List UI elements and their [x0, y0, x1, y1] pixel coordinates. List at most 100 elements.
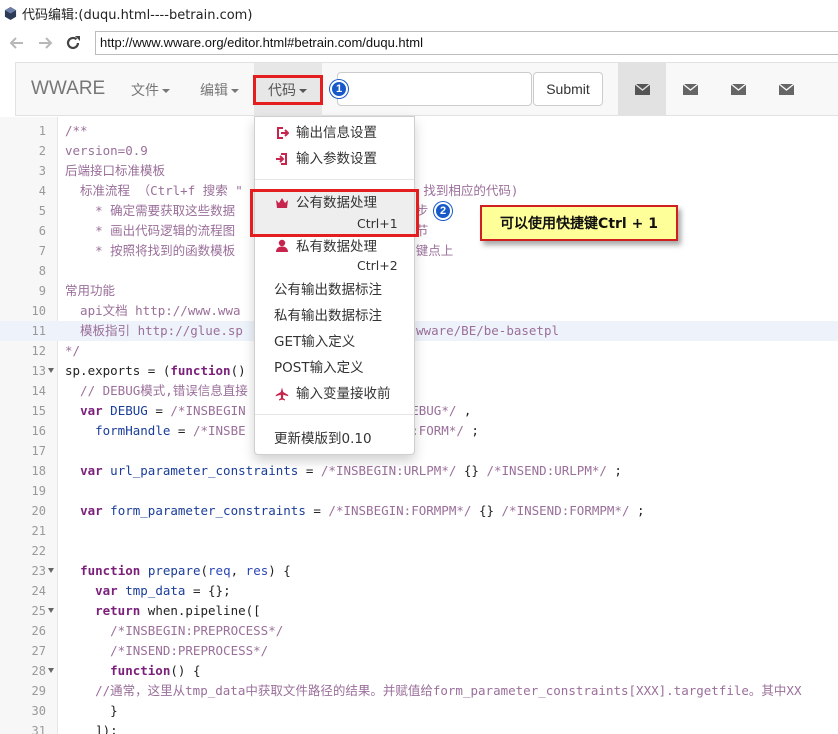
code-token: = [305, 503, 329, 518]
code-line[interactable]: 20 var form_parameter_constraints = /*IN… [0, 501, 838, 521]
code-token: /*INSEND:URLPM*/ [486, 463, 607, 478]
code-line[interactable]: 29 //通常，这里从tmp_data中获取文件路径的结果。并赋值给form_p… [0, 681, 838, 701]
envelope-icon [634, 84, 650, 95]
submit-button[interactable]: Submit [533, 72, 603, 106]
code-text: function() { [65, 661, 200, 681]
browser-toolbar: http://www.wware.org/editor.html#betrain… [0, 26, 838, 60]
window-title-bar: 代码编辑:(duqu.html----betrain.com) [0, 0, 838, 26]
code-text: } [65, 701, 118, 721]
mail-button-4[interactable] [762, 63, 810, 116]
code-line[interactable]: 24 var tmp_data = {}; [0, 581, 838, 601]
user-icon [276, 239, 288, 252]
forward-button[interactable] [31, 29, 59, 57]
code-line[interactable]: 21 [0, 521, 838, 541]
code-line[interactable]: 19 [0, 481, 838, 501]
code-token: /*INSBEGIN:URLPM*/ [320, 463, 457, 478]
code-text: 后端接口标准模板 [65, 161, 165, 181]
app-cube-icon [4, 6, 17, 20]
menu-item-private-output[interactable]: 私有输出数据标注 [255, 305, 414, 327]
code-token: when.pipeline([ [140, 603, 261, 618]
menu-item-before-input[interactable]: 输入变量接收前 [255, 383, 414, 405]
code-line[interactable]: 7 * 按照将找到的函数模板 键点上 [0, 241, 838, 261]
code-line[interactable]: 5 * 确定需要获取这些数据 步 [0, 201, 838, 221]
menu-item-public-output[interactable]: 公有输出数据标注 [255, 279, 414, 301]
code-token: res [245, 563, 269, 578]
code-line[interactable]: 2 version=0.9 [0, 141, 838, 161]
code-token: form_parameter_constraints [110, 503, 306, 518]
code-token: var [80, 463, 103, 478]
line-number: 16 [31, 424, 46, 438]
code-line[interactable]: 8 [0, 261, 838, 281]
fold-arrow-icon[interactable] [48, 608, 54, 613]
menu-item-label: 输出信息设置 [296, 125, 377, 141]
code-line[interactable]: 27 /*INSEND:PREPROCESS*/ [0, 641, 838, 661]
reload-icon [66, 36, 80, 50]
menu-item-label: 输入变量接收前 [296, 386, 391, 402]
code-line[interactable]: 13 sp.exports = (function() [0, 361, 838, 381]
step-badge-1: 1 [330, 80, 348, 98]
line-number: 29 [31, 684, 46, 698]
code-editor[interactable]: 1 /** 2 version=0.9 3 后端接口标准模板 4 标准流程 （Ctrl+f … [0, 117, 838, 734]
line-number: 11 [31, 324, 46, 338]
menu-item-get-input[interactable]: GET输入定义 [255, 331, 414, 353]
menu-edit[interactable]: 编辑 [200, 80, 239, 100]
code-line[interactable]: 15 var DEBUG = /*INSBEGIN END:DEBUG*/ , [0, 401, 838, 421]
mail-button-3[interactable] [714, 63, 762, 116]
menu-item-label: 输入参数设置 [296, 151, 377, 167]
code-text: /*INSBEGIN:PREPROCESS*/ [65, 621, 283, 641]
code-token: ; [629, 503, 645, 518]
url-bar[interactable]: http://www.wware.org/editor.html#betrain… [95, 31, 838, 55]
envelope-icon [778, 84, 794, 95]
code-text: sp.exports = (function() [65, 361, 246, 381]
fold-arrow-icon[interactable] [48, 568, 54, 573]
line-number: 9 [38, 284, 46, 298]
brand-logo[interactable]: WWARE [31, 78, 105, 100]
fold-arrow-icon[interactable] [48, 368, 54, 373]
line-number: 10 [31, 304, 46, 318]
code-line[interactable]: 30 } [0, 701, 838, 721]
code-token: var [80, 503, 103, 518]
code-line[interactable]: 26 /*INSBEGIN:PREPROCESS*/ [0, 621, 838, 641]
code-line[interactable]: 22 [0, 541, 838, 561]
code-token: /*INSBEGIN:PREPROCESS*/ [65, 623, 284, 638]
fold-arrow-icon[interactable] [48, 668, 54, 673]
code-line[interactable]: 14 // DEBUG模式,错误信息直接 [0, 381, 838, 401]
code-line[interactable]: 1 /** [0, 121, 838, 141]
code-token: function [110, 663, 171, 678]
code-token: req [208, 563, 231, 578]
code-line[interactable]: 9 常用功能 [0, 281, 838, 301]
code-line[interactable]: 3 后端接口标准模板 [0, 161, 838, 181]
menu-item-output-settings[interactable]: 输出信息设置 [255, 122, 414, 144]
code-text: var tmp_data = {}; [65, 581, 230, 601]
code-line[interactable]: 11 模板指引 http://glue.sp ki/wware/BE/be-ba… [0, 321, 838, 341]
code-token: 后端接口标准模板 [65, 163, 166, 178]
caret-down-icon [231, 89, 239, 93]
code-line[interactable]: 17 [0, 441, 838, 461]
menu-item-input-settings[interactable]: 输入参数设置 [255, 148, 414, 170]
menu-item-label: 更新模版到0.10 [274, 431, 372, 447]
mail-button-1[interactable] [618, 63, 666, 116]
code-line[interactable]: 12 */ [0, 341, 838, 361]
menu-file[interactable]: 文件 [131, 80, 170, 100]
code-token: */ [65, 343, 81, 358]
search-input[interactable] [337, 72, 532, 106]
code-line[interactable]: 6 * 画出代码逻辑的流程图 节 [0, 221, 838, 241]
code-line[interactable]: 18 var url_parameter_constraints = /*INS… [0, 461, 838, 481]
reload-button[interactable] [59, 29, 87, 57]
code-line[interactable]: 23 function prepare(req, res) { [0, 561, 838, 581]
line-number: 26 [31, 624, 46, 638]
code-line[interactable]: 28 function() { [0, 661, 838, 681]
code-token: ; [463, 423, 479, 438]
menu-item-private-data[interactable]: 私有数据处理 Ctrl+2 [255, 236, 414, 280]
code-line[interactable]: 4 标准流程 （Ctrl+f 搜索 " " 找到相应的代码) [0, 181, 838, 201]
code-text: //通常，这里从tmp_data中获取文件路径的结果。并赋值给form_para… [65, 681, 801, 701]
code-line[interactable]: 25 return when.pipeline([ [0, 601, 838, 621]
code-line[interactable]: 31 ]); [0, 721, 838, 734]
line-number: 23 [31, 564, 46, 578]
mail-button-2[interactable] [666, 63, 714, 116]
menu-item-post-input[interactable]: POST输入定义 [255, 357, 414, 379]
back-button[interactable] [3, 29, 31, 57]
menu-item-update-template[interactable]: 更新模版到0.10 [255, 428, 414, 450]
code-line[interactable]: 10 api文档 http://www.wwa ml [0, 301, 838, 321]
code-line[interactable]: 16 formHandle = /*INSBE NSEND:FORM*/ ; [0, 421, 838, 441]
